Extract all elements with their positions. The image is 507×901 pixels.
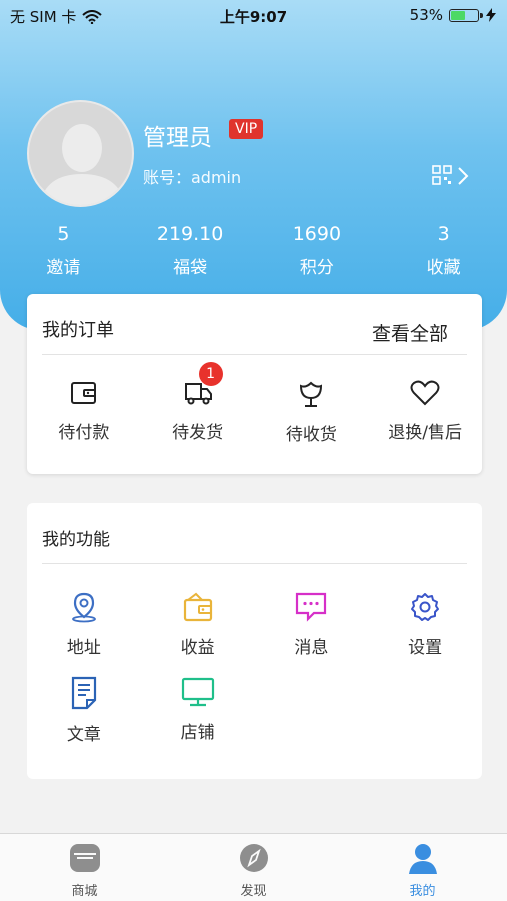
view-all-orders-link[interactable]: 查看全部 [372, 319, 448, 346]
divider [42, 563, 467, 564]
divider [42, 354, 467, 355]
function-address[interactable]: 地址 [27, 591, 141, 658]
account-id: 账号：admin [143, 168, 242, 187]
stat-favorites[interactable]: 3 收藏 [389, 223, 499, 278]
avatar[interactable] [27, 100, 134, 207]
stats-row: 5 邀请 219.10 福袋 1690 积分 3 收藏 [0, 223, 507, 278]
monitor-icon [181, 677, 214, 707]
order-pending-shipment[interactable]: 1 待发货 [143, 362, 253, 445]
functions-title: 我的功能 [42, 530, 110, 550]
username: 管理员 [143, 125, 212, 151]
function-messages[interactable]: 消息 [255, 591, 369, 658]
stat-label: 收藏 [426, 258, 461, 278]
wallet-icon [70, 382, 96, 404]
tab-label: 发现 [240, 884, 267, 899]
order-after-sales[interactable]: 退换/售后 [370, 380, 480, 445]
orders-card: 我的订单 查看全部 待付款 1 待发货 待收货 退换/售后 [27, 294, 482, 474]
battery-icon [449, 8, 483, 22]
qr-code-icon[interactable] [432, 165, 452, 185]
document-icon [71, 676, 96, 710]
order-pending-receipt[interactable]: 待收货 [256, 380, 366, 445]
function-label: 地址 [66, 638, 101, 658]
function-earnings[interactable]: 收益 [141, 591, 255, 658]
store-icon [69, 844, 100, 872]
vip-badge: VIP [229, 119, 264, 139]
user-silhouette-icon [39, 124, 126, 205]
order-pending-payment[interactable]: 待付款 [29, 380, 139, 445]
tab-mine[interactable]: 我的 [363, 834, 483, 901]
tab-store[interactable]: 商城 [25, 834, 145, 901]
function-label: 文章 [66, 725, 101, 745]
order-label: 退换/售后 [388, 423, 462, 443]
stat-value: 5 [57, 223, 70, 245]
order-label: 待发货 [172, 423, 224, 443]
function-label: 收益 [180, 638, 215, 658]
stat-points[interactable]: 1690 积分 [262, 223, 372, 278]
gear-icon [411, 593, 440, 621]
function-settings[interactable]: 设置 [368, 591, 482, 658]
stat-label: 积分 [299, 258, 334, 278]
tab-label: 商城 [71, 884, 98, 899]
tab-label: 我的 [409, 884, 436, 899]
function-label: 消息 [294, 638, 329, 658]
stat-lucky-bag[interactable]: 219.10 福袋 [135, 223, 245, 278]
stat-value: 1690 [292, 223, 342, 245]
heart-icon [410, 380, 440, 406]
function-store[interactable]: 店铺 [141, 676, 255, 745]
wallet-icon [183, 592, 212, 622]
stat-value: 3 [437, 223, 450, 245]
stat-label: 邀请 [46, 258, 81, 278]
order-count-badge: 1 [198, 362, 223, 386]
function-label: 店铺 [180, 723, 215, 743]
functions-card: 我的功能 地址 收益 消息 设置 文章 店铺 [27, 503, 482, 779]
user-icon [408, 844, 437, 874]
function-label: 设置 [408, 638, 443, 658]
stat-invite[interactable]: 5 邀请 [8, 223, 118, 278]
message-icon [296, 592, 327, 622]
order-label: 待付款 [58, 423, 110, 443]
tab-discover[interactable]: 发现 [194, 834, 314, 901]
compass-icon [239, 844, 268, 872]
charging-icon [486, 8, 496, 22]
status-bar: 无 SIM 卡 上午9:07 53% [0, 0, 507, 30]
battery-percent: 53% [409, 6, 443, 24]
bottom-tab-bar: 商城 发现 我的 [0, 833, 507, 901]
orders-title: 我的订单 [42, 320, 114, 341]
function-articles[interactable]: 文章 [27, 676, 141, 745]
location-icon [71, 592, 96, 623]
stat-label: 福袋 [173, 258, 208, 278]
chevron-right-icon[interactable] [457, 166, 469, 186]
order-label: 待收货 [285, 425, 337, 445]
stat-value: 219.10 [156, 223, 224, 245]
flower-icon [300, 381, 323, 407]
